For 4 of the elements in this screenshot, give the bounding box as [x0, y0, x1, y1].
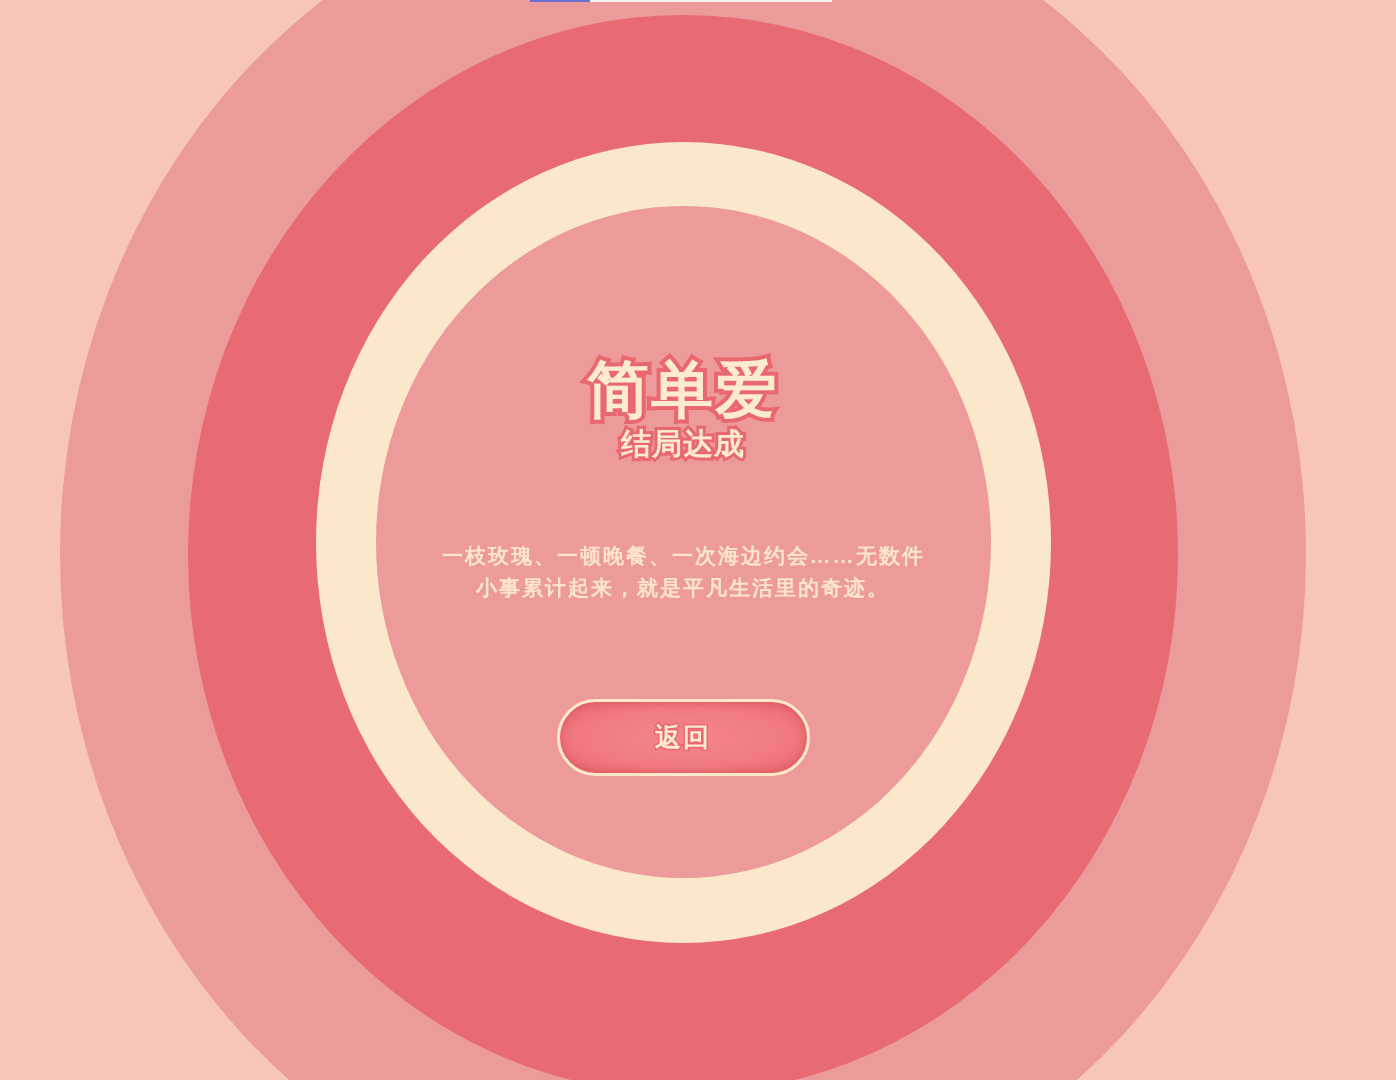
ending-subtitle: 结局达成 [621, 426, 745, 462]
back-button[interactable]: 返回 [556, 699, 810, 776]
ending-description: 一枝玫瑰、一顿晚餐、一次海边约会……无数件小事累计起来，就是平凡生活里的奇迹。 [440, 543, 926, 601]
ending-title: 简单爱 [587, 354, 779, 426]
